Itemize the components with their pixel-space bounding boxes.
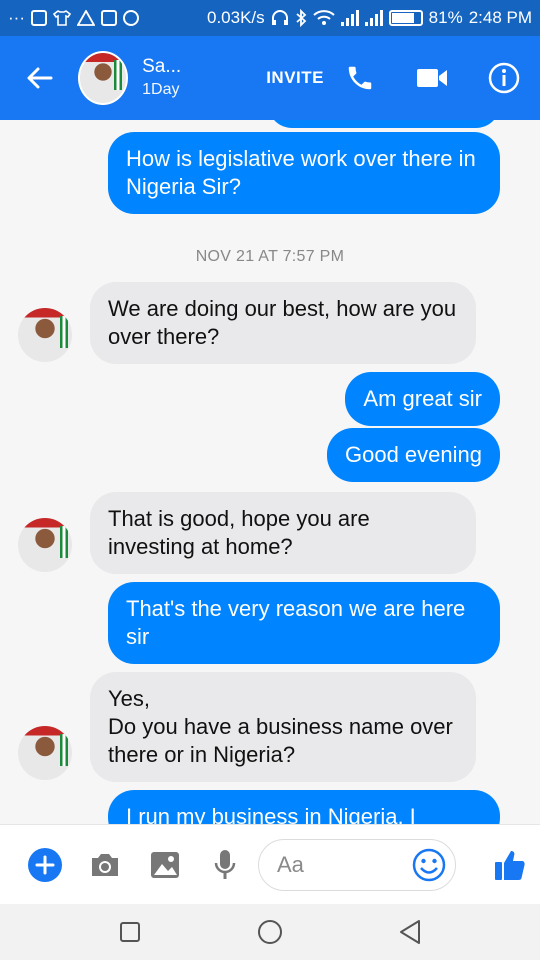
system-navigation-bar	[0, 904, 540, 960]
message-bubble[interactable]: Yes, Do you have a business name over th…	[90, 672, 476, 782]
message-bubble[interactable]: How is legislative work over there in Ni…	[108, 132, 500, 214]
info-button[interactable]	[468, 36, 540, 120]
message-bubble[interactable]: That is good, hope you are investing at …	[90, 492, 476, 574]
back-button[interactable]	[0, 36, 78, 120]
back-icon	[400, 920, 420, 944]
back-arrow-icon	[27, 67, 53, 89]
like-button[interactable]	[480, 825, 540, 905]
thumbs-up-icon	[495, 851, 525, 880]
video-call-button[interactable]	[396, 36, 468, 120]
sender-avatar[interactable]	[18, 308, 72, 362]
message-bubble[interactable]: We are doing our best, how are you over …	[90, 282, 476, 364]
phone-icon	[348, 66, 372, 90]
microphone-icon	[214, 849, 236, 879]
contact-info[interactable]: Sa... 1Day	[142, 55, 216, 101]
camera-icon	[92, 853, 118, 876]
plus-icon	[28, 847, 62, 882]
mail-icon	[30, 10, 47, 26]
message-bubble[interactable]: I run my business in Nigeria, I	[108, 790, 500, 824]
cast-icon	[100, 10, 117, 26]
bluetooth-icon	[296, 9, 306, 27]
contact-status: 1Day	[142, 81, 180, 98]
home-icon	[258, 920, 282, 944]
conversation-header: Sa... 1Day INVITE	[0, 36, 540, 120]
recent-apps-button[interactable]	[100, 904, 160, 960]
message-bubble[interactable]: Good evening	[327, 428, 500, 482]
more-actions-button[interactable]	[15, 825, 75, 905]
signal-icon	[340, 10, 359, 26]
video-camera-icon	[417, 69, 447, 87]
contact-avatar[interactable]	[77, 51, 129, 105]
battery-percent: 81%	[428, 8, 463, 27]
message-list[interactable]: How is legislative work over there in Ni…	[0, 120, 540, 824]
image-icon	[151, 851, 179, 878]
network-speed: 0.03K/s	[207, 8, 265, 27]
info-icon	[488, 62, 520, 94]
warning-icon	[76, 10, 95, 26]
message-timestamp: NOV 21 AT 7:57 PM	[195, 248, 345, 265]
headphones-icon	[271, 10, 288, 25]
battery-icon	[388, 10, 423, 26]
emoji-icon	[412, 848, 446, 882]
composer-bar	[0, 824, 540, 904]
status-bar: ··· 0.03K/s 81% 2:48 PM	[0, 0, 540, 36]
sender-avatar[interactable]	[18, 726, 72, 780]
gallery-button[interactable]	[135, 825, 195, 905]
call-button[interactable]	[324, 36, 396, 120]
invite-button[interactable]: INVITE	[266, 68, 324, 88]
camera-button[interactable]	[75, 825, 135, 905]
message-bubble[interactable]: That's the very reason we are here sir	[108, 582, 500, 664]
message-bubble-partial[interactable]	[268, 120, 500, 128]
contact-name: Sa...	[142, 56, 182, 77]
whatsapp-icon	[122, 10, 139, 26]
overflow-icon: ···	[8, 8, 25, 27]
shirt-icon	[52, 10, 71, 26]
home-button[interactable]	[240, 904, 300, 960]
voice-button[interactable]	[195, 825, 255, 905]
emoji-button[interactable]	[412, 848, 446, 882]
clock: 2:48 PM	[468, 8, 532, 27]
sender-avatar[interactable]	[18, 518, 72, 572]
recent-apps-icon	[120, 922, 140, 942]
nav-back-button[interactable]	[380, 904, 440, 960]
wifi-icon	[312, 10, 335, 25]
message-bubble[interactable]: Am great sir	[345, 372, 500, 426]
signal-icon-2	[364, 10, 383, 26]
